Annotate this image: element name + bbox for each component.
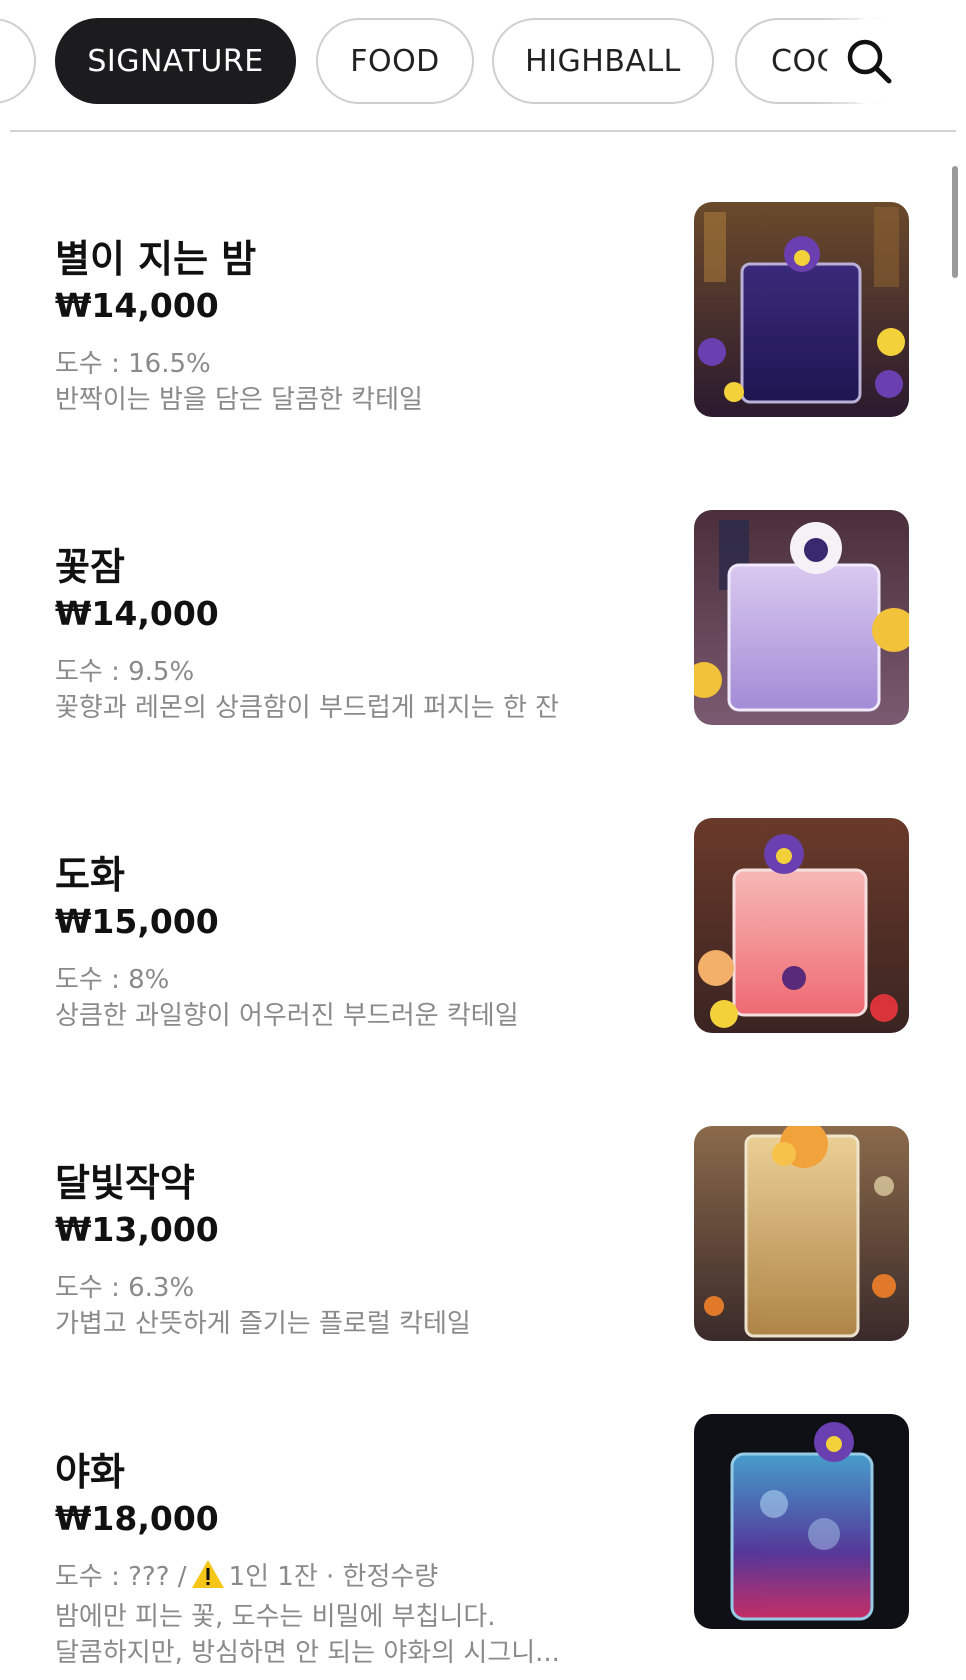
item-price: ₩18,000 <box>55 1499 219 1538</box>
item-price: ₩15,000 <box>55 902 219 941</box>
item-description-line-2: 달콤하지만, 방심하면 안 되는 야화의 시그니... <box>55 1638 560 1668</box>
item-details: 도수 : 6.3% 가볍고 산뜻하게 즐기는 플로럴 칵테일 <box>55 1270 471 1342</box>
item-description: 꽃향과 레몬의 상큼함이 부드럽게 퍼지는 한 잔 <box>55 693 560 723</box>
item-name: 별이 지는 밤 <box>55 237 257 281</box>
item-photo[interactable] <box>694 818 909 1033</box>
item-price: ₩13,000 <box>55 1210 219 1249</box>
tab-previous-category[interactable] <box>0 18 36 104</box>
item-name: 야화 <box>55 1450 125 1494</box>
item-price: ₩14,000 <box>55 286 219 325</box>
item-abv: 도수 : 6.3% <box>55 1273 195 1303</box>
tab-signature[interactable]: SIGNATURE <box>55 18 296 104</box>
item-name: 달빛작약 <box>55 1161 195 1205</box>
menu-item-dalbit-jakyak[interactable]: 달빛작약 ₩13,000 도수 : 6.3% 가볍고 산뜻하게 즐기는 플로럴 … <box>0 1126 966 1368</box>
item-photo[interactable] <box>694 1126 909 1341</box>
item-price: ₩14,000 <box>55 594 219 633</box>
item-name: 도화 <box>55 853 125 897</box>
item-abv-note: 1인 1잔 · 한정수량 <box>228 1562 439 1592</box>
item-details: 도수 : 16.5% 반짝이는 밤을 담은 달콤한 칵테일 <box>55 346 423 418</box>
category-tab-bar: SIGNATURE FOOD HIGHBALL COC <box>0 0 966 132</box>
search-icon <box>847 39 892 84</box>
item-name: 꽃잠 <box>55 545 125 589</box>
item-description: 상큼한 과일향이 어우러진 부드러운 칵테일 <box>55 1001 519 1031</box>
menu-item-dohwa[interactable]: 도화 ₩15,000 도수 : 8% 상큼한 과일향이 어우러진 부드러운 칵테… <box>0 818 966 1060</box>
item-details: 도수 : 8% 상큼한 과일향이 어우러진 부드러운 칵테일 <box>55 962 519 1034</box>
item-abv: 도수 : 8% <box>55 965 170 995</box>
item-abv: 도수 : ??? / <box>55 1562 187 1592</box>
item-description: 밤에만 피는 꽃, 도수는 비밀에 부칩니다. <box>55 1602 496 1632</box>
menu-item-byeoli-jineun-bam[interactable]: 별이 지는 밤 ₩14,000 도수 : 16.5% 반짝이는 밤을 담은 달콤… <box>0 202 966 444</box>
menu-item-yahwa[interactable]: 야화 ₩18,000 도수 : ??? / 1인 1잔 · 한정수량 밤에만 피는… <box>0 1414 966 1680</box>
tab-highball[interactable]: HIGHBALL <box>492 18 714 104</box>
item-details: 도수 : ??? / 1인 1잔 · 한정수량 밤에만 피는 꽃, 도수는 비밀에… <box>55 1559 560 1671</box>
item-abv: 도수 : 16.5% <box>55 349 211 379</box>
item-photo[interactable] <box>694 1414 909 1629</box>
search-button[interactable] <box>826 18 912 104</box>
item-description: 반짝이는 밤을 담은 달콤한 칵테일 <box>55 385 423 415</box>
tab-food[interactable]: FOOD <box>316 18 474 104</box>
item-abv-line: 도수 : ??? / 1인 1잔 · 한정수량 <box>55 1559 560 1599</box>
menu-item-kkotjam[interactable]: 꽃잠 ₩14,000 도수 : 9.5% 꽃향과 레몬의 상큼함이 부드럽게 퍼… <box>0 510 966 752</box>
warning-icon <box>191 1559 225 1599</box>
item-photo[interactable] <box>694 510 909 725</box>
item-details: 도수 : 9.5% 꽃향과 레몬의 상큼함이 부드럽게 퍼지는 한 잔 <box>55 654 559 726</box>
tab-divider <box>10 130 956 132</box>
item-description: 가볍고 산뜻하게 즐기는 플로럴 칵테일 <box>55 1309 471 1339</box>
item-photo[interactable] <box>694 202 909 417</box>
item-abv: 도수 : 9.5% <box>55 657 195 687</box>
